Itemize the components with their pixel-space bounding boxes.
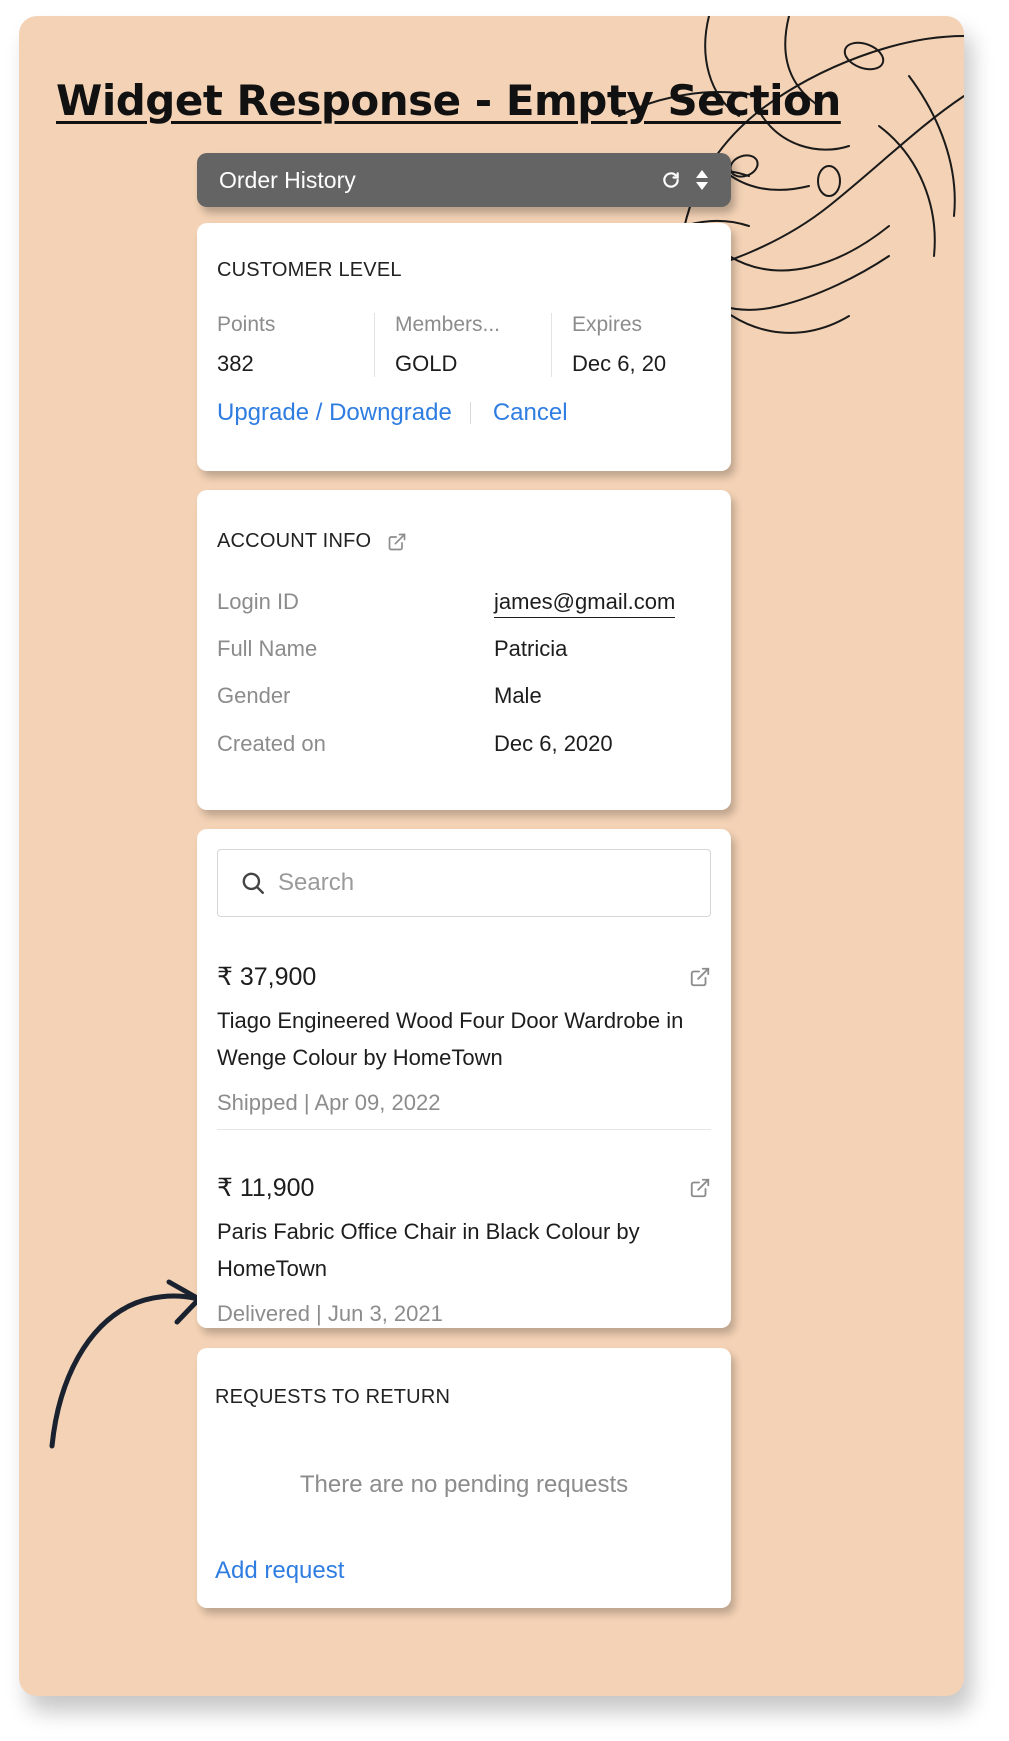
stat-label: Expires (572, 313, 643, 336)
stat-value: GOLD (395, 351, 458, 376)
order-status: Shipped | Apr 09, 2022 (217, 1090, 441, 1115)
stat-label: Points (217, 313, 276, 336)
stat-value: Dec 6, 20 (572, 351, 667, 376)
customer-level-heading: CUSTOMER LEVEL (217, 259, 402, 281)
info-row-gender: Gender Male (217, 683, 707, 709)
order-status: Delivered | Jun 3, 2021 (217, 1301, 443, 1326)
stat-label: Members... (395, 313, 501, 336)
order-price: ₹ 11,900 (217, 1174, 315, 1202)
upgrade-downgrade-link[interactable]: Upgrade / Downgrade (217, 399, 452, 427)
account-info-card: ACCOUNT INFO Login ID james@gmail.com Fu… (197, 490, 731, 810)
order-item[interactable]: ₹ 11,900 Paris Fabric Office Chair in Bl… (217, 1173, 711, 1327)
info-key: Full Name (217, 636, 318, 661)
sort-icon[interactable] (695, 168, 709, 192)
email-link[interactable]: james@gmail.com (494, 589, 676, 618)
external-link-icon[interactable] (387, 532, 407, 552)
order-item[interactable]: ₹ 37,900 Tiago Engineered Wood Four Door… (217, 962, 711, 1116)
stat-value: 382 (217, 351, 254, 376)
info-value: Dec 6, 2020 (494, 731, 613, 756)
external-link-icon[interactable] (689, 1177, 711, 1199)
order-divider (217, 1129, 711, 1130)
points-stat: Points 382 (197, 313, 374, 377)
external-link-icon[interactable] (689, 966, 711, 988)
membership-stat: Members... GOLD (374, 313, 551, 377)
info-row-created: Created on Dec 6, 2020 (217, 731, 707, 757)
link-divider (469, 402, 471, 424)
info-row-login: Login ID james@gmail.com (217, 589, 707, 618)
order-description: Paris Fabric Office Chair in Black Colou… (217, 1219, 640, 1281)
account-info-heading: ACCOUNT INFO (217, 530, 372, 552)
empty-state-message: There are no pending requests (299, 1471, 629, 1498)
order-description: Tiago Engineered Wood Four Door Wardrobe… (217, 1008, 684, 1070)
search-input[interactable] (278, 869, 678, 897)
info-key: Created on (217, 731, 326, 756)
info-key: Gender (217, 683, 291, 708)
customer-level-card: CUSTOMER LEVEL Points 382 Members... GOL… (197, 223, 731, 471)
refresh-icon[interactable] (661, 170, 681, 190)
expires-stat: Expires Dec 6, 20 (551, 313, 728, 377)
add-request-link[interactable]: Add request (215, 1557, 344, 1585)
account-info-header: ACCOUNT INFO (217, 530, 407, 553)
widget-header: Order History (197, 153, 731, 207)
info-key: Login ID (217, 589, 299, 614)
order-price: ₹ 37,900 (217, 963, 317, 991)
widget-title: Order History (219, 166, 356, 193)
info-value: Patricia (494, 636, 568, 661)
level-stats: Points 382 Members... GOLD Expires Dec 6… (197, 313, 731, 377)
level-actions: Upgrade / Downgrade Cancel (217, 399, 568, 427)
search-icon (240, 870, 266, 896)
requests-card: REQUESTS TO RETURN There are no pending … (197, 1348, 731, 1608)
cancel-link[interactable]: Cancel (493, 399, 568, 427)
info-row-name: Full Name Patricia (217, 636, 707, 662)
info-value: Male (494, 683, 542, 708)
requests-heading: REQUESTS TO RETURN (215, 1386, 451, 1408)
search-box (217, 849, 711, 917)
orders-card: ₹ 37,900 Tiago Engineered Wood Four Door… (197, 829, 731, 1328)
